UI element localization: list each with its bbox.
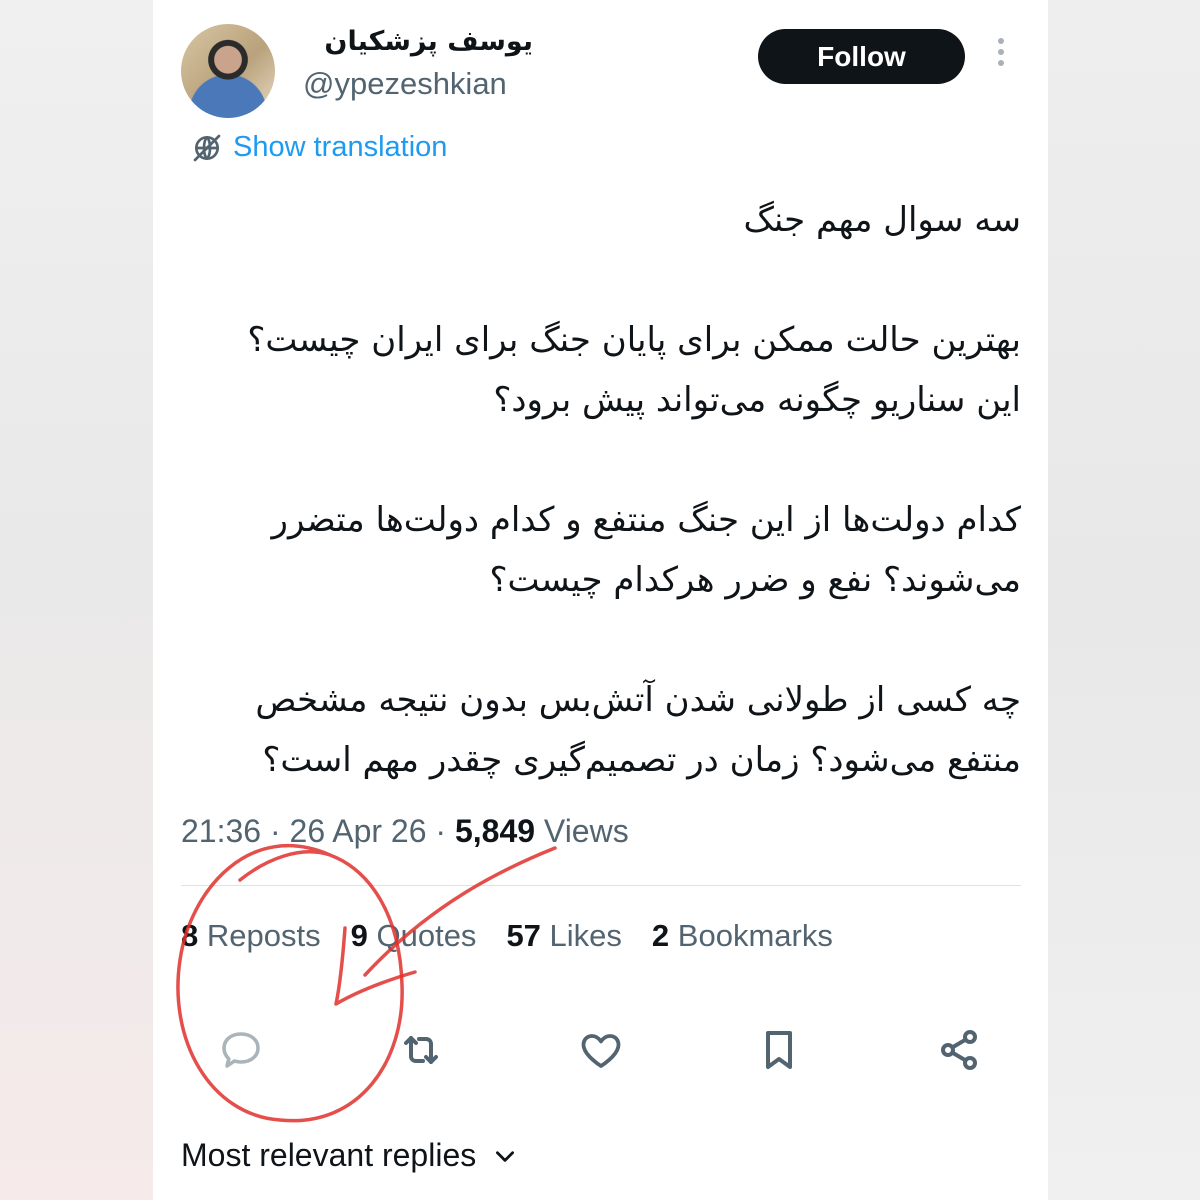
show-translation-link[interactable]: Show translation — [191, 131, 447, 164]
meta-separator: · — [435, 813, 447, 849]
likes-label: Likes — [549, 918, 622, 953]
tweet-card: یوسف پزشکیان @ypezeshkian Follow Show tr… — [153, 0, 1048, 1200]
author-handle[interactable]: @ypezeshkian — [303, 66, 507, 102]
show-translation-label: Show translation — [233, 131, 448, 163]
author-display-name[interactable]: یوسف پزشکیان — [303, 26, 533, 57]
avatar[interactable] — [181, 24, 275, 118]
reposts-count: 8 — [181, 918, 199, 953]
views-count: 5,849 — [454, 813, 536, 849]
reply-icon[interactable] — [217, 1026, 265, 1074]
tweet-meta: 21:36 · 26 Apr 26 · 5,849 Views — [181, 813, 629, 850]
share-icon[interactable] — [935, 1026, 983, 1074]
tweet-time[interactable]: 21:36 — [181, 813, 261, 849]
likes-count: 57 — [506, 918, 541, 953]
chevron-down-icon — [496, 1150, 515, 1162]
tweet-paragraph: سه سوال مهم جنگ — [743, 200, 1021, 240]
bookmarks-count: 2 — [651, 918, 670, 953]
globe-translate-icon — [193, 134, 221, 161]
follow-button[interactable]: Follow — [758, 29, 965, 84]
background-right — [1047, 0, 1200, 1200]
views-label: Views — [543, 813, 629, 849]
reposts-stat[interactable]: 8 Reposts — [181, 918, 321, 954]
tweet-paragraph: چه کسی از طولانی شدن آتش‌بس بدون نتیجه م… — [255, 680, 1021, 780]
divider — [181, 885, 1021, 886]
engagement-stats: 8 Reposts 9 Quotes 57 Likes 2 Bookmarks — [181, 918, 833, 954]
bookmarks-label: Bookmarks — [677, 918, 833, 953]
quotes-count: 9 — [350, 918, 368, 953]
tweet-text: سه سوال مهم جنگ بهترین حالت ممکن برای پا… — [193, 190, 1021, 790]
meta-separator: · — [269, 813, 281, 849]
reposts-label: Reposts — [206, 918, 321, 953]
quotes-label: Quotes — [376, 918, 477, 953]
likes-stat[interactable]: 57 Likes — [506, 918, 621, 954]
replies-sort-dropdown[interactable]: Most relevant replies — [181, 1137, 518, 1174]
tweet-paragraph: کدام دولت‌ها از این جنگ منتفع و کدام دول… — [271, 500, 1021, 600]
quotes-stat[interactable]: 9 Quotes — [351, 918, 477, 954]
tweet-date[interactable]: 26 Apr 26 — [290, 813, 427, 849]
like-icon[interactable] — [577, 1026, 625, 1074]
bookmarks-stat[interactable]: 2 Bookmarks — [652, 918, 833, 954]
tweet-paragraph: بهترین حالت ممکن برای پایان جنگ برای ایر… — [247, 320, 1021, 420]
more-options-icon[interactable] — [991, 38, 1011, 74]
repost-icon[interactable] — [397, 1026, 445, 1074]
bookmark-icon[interactable] — [755, 1026, 803, 1074]
action-bar — [153, 1018, 1048, 1078]
background-left — [0, 0, 153, 1200]
replies-sort-label: Most relevant replies — [181, 1137, 477, 1173]
